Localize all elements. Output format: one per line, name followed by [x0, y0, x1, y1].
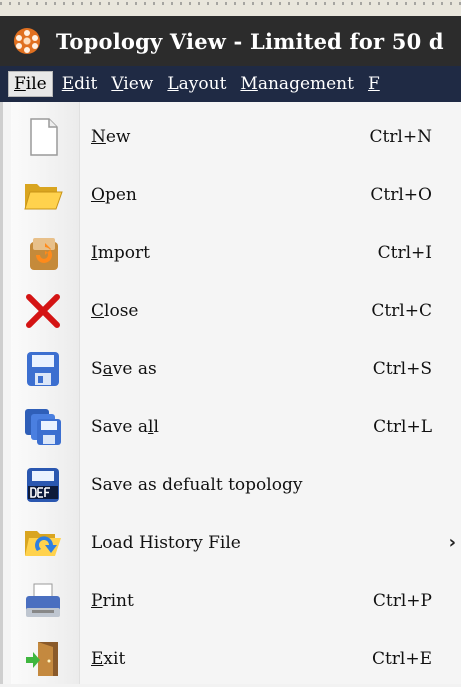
menu-item-label: Save as defualt topology — [91, 474, 303, 495]
menu-item-label: Open — [91, 184, 137, 205]
app-icon — [14, 28, 40, 54]
print-icon — [26, 583, 60, 617]
menu-item-label: Save as — [91, 358, 157, 379]
submenu-arrow-icon: › — [448, 532, 456, 553]
shortcut-label: Ctrl+E — [371, 648, 432, 669]
menu-item-label: Import — [91, 242, 150, 263]
file-dropdown-menu: New Ctrl+N Open Ctrl+O Import Ctrl+I Clo… — [0, 102, 461, 684]
close-icon — [26, 293, 60, 328]
window-title: Topology View - Limited for 50 d — [56, 28, 444, 54]
shortcut-label: Ctrl+L — [373, 416, 432, 437]
shortcut-label: Ctrl+N — [369, 126, 432, 147]
menu-item-new[interactable]: New Ctrl+N — [3, 108, 461, 165]
menu-item-label: Exit — [91, 648, 126, 669]
save-default-icon — [27, 467, 59, 502]
shortcut-label: Ctrl+O — [370, 184, 432, 205]
menu-truncated[interactable]: F — [363, 74, 385, 94]
menu-edit[interactable]: Edit — [57, 74, 103, 94]
new-file-icon — [30, 117, 58, 156]
menu-item-import[interactable]: Import Ctrl+I — [3, 224, 461, 281]
save-all-icon — [25, 408, 61, 445]
shortcut-label: Ctrl+C — [371, 300, 432, 321]
menu-item-label: Close — [91, 300, 139, 321]
menu-management[interactable]: Management — [235, 74, 359, 94]
shortcut-label: Ctrl+S — [372, 358, 432, 379]
menu-view[interactable]: View — [106, 74, 158, 94]
menu-item-exit[interactable]: Exit Ctrl+E — [3, 630, 461, 687]
menu-file[interactable]: File — [8, 71, 53, 97]
title-bar[interactable]: Topology View - Limited for 50 d — [0, 16, 461, 66]
save-as-icon — [27, 351, 59, 386]
load-history-icon — [25, 530, 61, 556]
menu-item-label: New — [91, 126, 131, 147]
open-folder-icon — [24, 183, 63, 209]
menu-item-save-all[interactable]: Save all Ctrl+L — [3, 398, 461, 455]
menu-item-label: Save all — [91, 416, 159, 437]
import-icon — [30, 237, 58, 270]
menu-item-print[interactable]: Print Ctrl+P — [3, 572, 461, 629]
menu-bar: File Edit View Layout Management F — [0, 66, 461, 102]
menu-item-close[interactable]: Close Ctrl+C — [3, 282, 461, 339]
menu-item-save-as[interactable]: Save as Ctrl+S — [3, 340, 461, 397]
menu-item-save-default-topology[interactable]: Save as defualt topology — [3, 456, 461, 513]
menu-item-label: Load History File — [91, 532, 241, 553]
menu-layout[interactable]: Layout — [162, 74, 231, 94]
shortcut-label: Ctrl+P — [372, 590, 432, 611]
menu-item-load-history-file[interactable]: Load History File › — [3, 514, 461, 571]
exit-icon — [26, 641, 58, 676]
background-window-strip — [0, 0, 461, 17]
shortcut-label: Ctrl+I — [377, 242, 432, 263]
menu-item-open[interactable]: Open Ctrl+O — [3, 166, 461, 223]
menu-item-label: Print — [91, 590, 134, 611]
